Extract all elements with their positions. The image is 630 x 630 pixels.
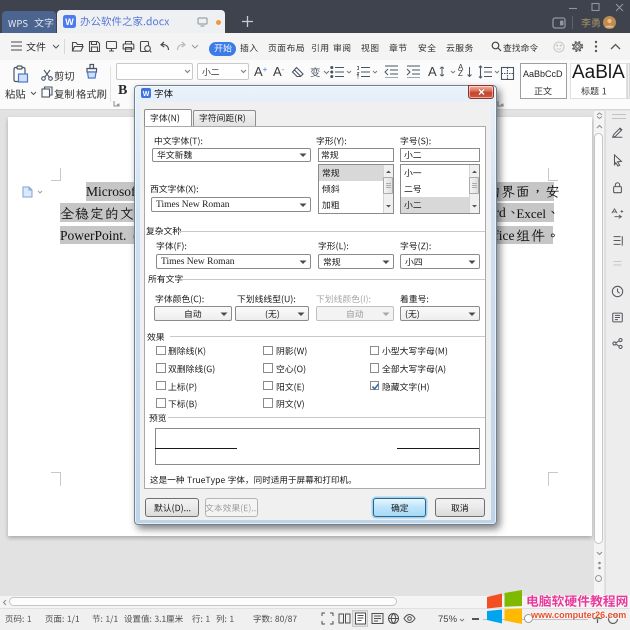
svg-text:W: W <box>65 17 74 27</box>
svg-text:W: W <box>142 91 149 98</box>
